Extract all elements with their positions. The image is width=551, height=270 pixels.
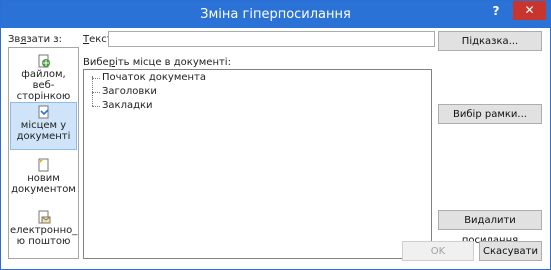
new-document-icon: [38, 158, 48, 172]
remove-link-button[interactable]: Видалити посилання: [438, 210, 542, 246]
tree-connector: [92, 76, 93, 106]
tooltip-button[interactable]: Підказка...: [438, 31, 542, 51]
title-bar: Зміна гіперпосилання ? ✕: [1, 1, 550, 28]
tree-connector: [92, 106, 100, 107]
cancel-button[interactable]: Скасувати: [479, 241, 542, 261]
sidebar-item-file-web[interactable]: файлом, веб- сторінкою: [10, 52, 77, 102]
target-frame-button[interactable]: Вибір рамки...: [438, 104, 542, 124]
sidebar-item-place-in-document[interactable]: місцем у документі: [10, 102, 77, 150]
sidebar-item-new-document[interactable]: новим документом: [10, 156, 77, 204]
edit-hyperlink-dialog: Зміна гіперпосилання ? ✕ Звязати з: файл…: [0, 0, 551, 270]
close-button[interactable]: ✕: [513, 1, 546, 20]
tree-connector: [92, 92, 100, 93]
file-web-icon: [38, 54, 50, 68]
link-to-label: Звязати з:: [8, 34, 62, 45]
tree-item-document-start[interactable]: Початок документа: [102, 72, 206, 83]
ok-button[interactable]: OK: [402, 241, 474, 261]
place-label: Виберіть місце в документі:: [83, 57, 231, 68]
document-place-icon: [38, 105, 49, 119]
link-to-sidebar: файлом, веб- сторінкою місцем у документ…: [8, 47, 79, 259]
tree-connector: [92, 78, 100, 79]
place-tree[interactable]: Початок документа Заголовки Закладки: [83, 69, 432, 259]
dialog-title: Зміна гіперпосилання: [200, 7, 351, 22]
email-icon: [38, 210, 50, 224]
help-button[interactable]: ?: [490, 4, 502, 18]
tree-item-bookmarks[interactable]: Закладки: [102, 100, 153, 111]
close-icon: ✕: [524, 3, 535, 17]
tree-item-headings[interactable]: Заголовки: [102, 86, 157, 97]
text-input[interactable]: [108, 31, 435, 47]
sidebar-item-email[interactable]: електронно_ ю поштою: [10, 208, 77, 256]
